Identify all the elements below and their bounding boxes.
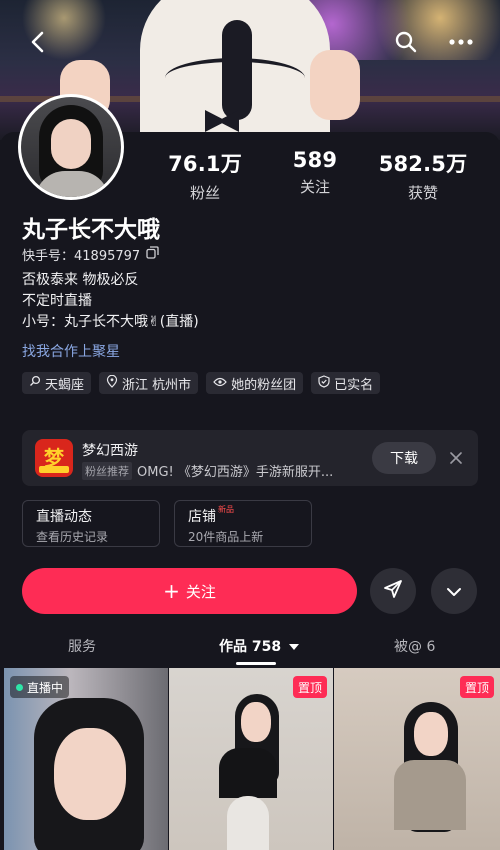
search-icon[interactable]	[390, 26, 422, 58]
game-tag: 粉丝推荐	[82, 461, 132, 480]
tag-label: 已实名	[334, 377, 374, 393]
tab-mentions[interactable]: 被@ 6	[394, 636, 435, 656]
tab-works-label: 作品 758	[219, 639, 282, 655]
collab-link[interactable]: 找我合作上聚星	[22, 341, 120, 361]
profile-tags: 天蝎座 浙江 杭州市 她的粉丝团 已实名	[22, 372, 381, 394]
live-history-subtitle: 查看历史记录	[36, 530, 109, 544]
live-history-button[interactable]: 直播动态 查看历史记录	[22, 500, 160, 547]
avatar-image	[21, 97, 121, 197]
user-id-row[interactable]: 快手号：41895797	[22, 245, 159, 264]
user-id: 快手号：41895797	[22, 249, 141, 264]
tag-location[interactable]: 浙江 杭州市	[99, 372, 199, 394]
game-title: 梦幻西游	[82, 443, 138, 459]
copy-icon[interactable]	[146, 246, 159, 263]
stat-following-value: 589	[292, 148, 338, 172]
verified-shield-icon	[318, 374, 330, 392]
zodiac-icon	[29, 375, 41, 391]
stat-fans-label: 粉丝	[189, 184, 220, 202]
profile-name: 丸子长不大哦	[22, 217, 160, 243]
cover-hand-right	[310, 50, 360, 120]
stat-likes-value: 582.5万	[378, 152, 468, 176]
back-arrow-icon[interactable]	[22, 26, 54, 58]
video-thumbnail[interactable]: 置顶	[334, 668, 500, 850]
video-thumbnail[interactable]: 直播中	[4, 668, 168, 850]
game-desc: OMG! 《梦幻西游》手游新服开...	[137, 465, 334, 480]
shop-title: 店铺	[188, 509, 216, 525]
tab-service[interactable]: 服务	[68, 636, 96, 656]
game-logo-icon: 梦	[35, 439, 73, 477]
tag-verified[interactable]: 已实名	[311, 372, 381, 394]
shop-subtitle: 20件商品上新	[188, 530, 264, 544]
pinned-badge: 置顶	[292, 676, 327, 698]
location-pin-icon	[106, 374, 118, 392]
cover-hair	[222, 20, 252, 120]
tab-works[interactable]: 作品 758	[219, 636, 299, 656]
new-badge: 新品	[218, 505, 234, 514]
stat-likes-label: 获赞	[407, 184, 438, 202]
bio-line: 小号：丸子长不大哦✌(直播)	[22, 314, 199, 330]
share-button[interactable]	[370, 568, 416, 614]
close-icon[interactable]	[444, 446, 468, 470]
bio-line: 不定时直播	[22, 293, 92, 309]
shop-button[interactable]: 店铺 新品 20件商品上新	[174, 500, 312, 547]
pinned-badge: 置顶	[459, 676, 494, 698]
game-ad-card[interactable]: 梦 梦幻西游 粉丝推荐 OMG! 《梦幻西游》手游新服开... 下载	[22, 430, 478, 486]
plus-icon: +	[163, 579, 180, 603]
download-button[interactable]: 下载	[372, 442, 436, 474]
follow-label: 关注	[185, 582, 216, 601]
avatar[interactable]	[18, 94, 124, 200]
expand-button[interactable]	[431, 568, 477, 614]
video-thumbnail[interactable]: 置顶	[169, 668, 333, 850]
tag-label: 天蝎座	[45, 377, 85, 393]
send-icon	[383, 579, 403, 603]
more-dots-icon[interactable]	[445, 26, 477, 58]
live-badge-label: 直播中	[27, 680, 64, 695]
tag-zodiac[interactable]: 天蝎座	[22, 372, 92, 394]
caret-down-icon	[288, 639, 299, 655]
live-badge: 直播中	[10, 676, 70, 698]
bio-line: 否极泰来 物极必反	[22, 272, 139, 288]
tab-underline	[236, 662, 276, 665]
chevron-down-icon	[446, 582, 462, 601]
bio: 否极泰来 物极必反 不定时直播 小号：丸子长不大哦✌(直播)	[22, 270, 199, 333]
game-subtitle: 粉丝推荐 OMG! 《梦幻西游》手游新服开...	[82, 461, 333, 480]
follow-button[interactable]: + 关注	[22, 568, 357, 614]
stat-likes[interactable]: 582.5万 获赞	[368, 148, 478, 203]
tag-fan-group[interactable]: 她的粉丝团	[206, 372, 304, 394]
tag-label: 浙江 杭州市	[122, 377, 192, 393]
live-dot-icon	[16, 683, 23, 691]
stat-following-label: 关注	[299, 178, 330, 196]
live-history-title: 直播动态	[36, 509, 92, 525]
fan-group-icon	[213, 376, 227, 391]
stat-following[interactable]: 589 关注	[260, 148, 370, 197]
content-tabs: 服务 作品 758 被@ 6	[0, 628, 500, 665]
stat-fans[interactable]: 76.1万 粉丝	[150, 148, 260, 203]
tag-label: 她的粉丝团	[231, 377, 297, 393]
stat-fans-value: 76.1万	[168, 152, 242, 176]
